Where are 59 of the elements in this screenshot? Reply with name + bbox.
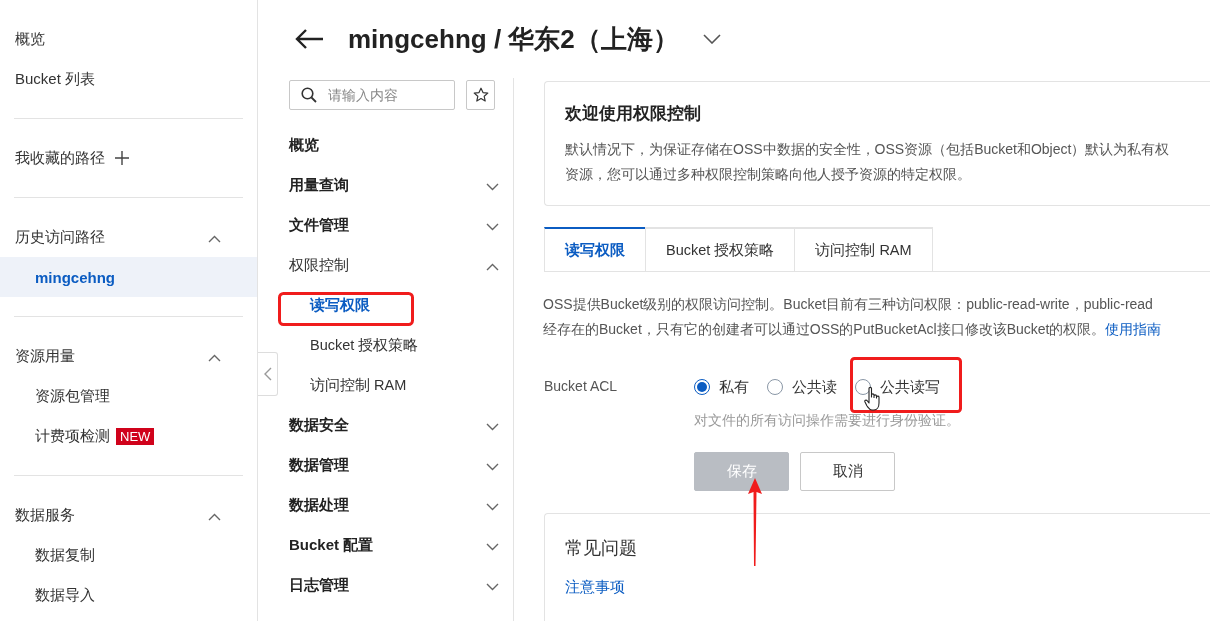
- chevron-icon: [486, 502, 499, 511]
- add-icon[interactable]: [115, 151, 129, 165]
- acl-label: Bucket ACL: [544, 378, 618, 394]
- radio-option[interactable]: 公共读: [767, 377, 837, 397]
- nav-item[interactable]: 用量查询: [289, 175, 349, 195]
- intro-text: 资源，您可以通过多种权限控制策略向他人授予资源的特定权限。: [565, 165, 972, 184]
- intro-text: 默认情况下，为保证存储在OSS中数据的安全性，OSS资源（包括Bucket和Object）默认为私有权: [565, 140, 1171, 159]
- back-arrow-icon[interactable]: [294, 28, 324, 50]
- new-badge: NEW: [116, 427, 155, 445]
- chevron-icon: [486, 262, 499, 271]
- nav-item[interactable]: 数据安全: [289, 415, 349, 435]
- sidebar-item[interactable]: mingcehng: [0, 257, 257, 297]
- star-icon: [472, 87, 489, 103]
- description-text: OSS提供Bucket级别的权限访问控制。Bucket目前有三种访问权限：public-read-write，public-read: [543, 295, 1154, 314]
- cancel-button[interactable]: 取消: [800, 452, 895, 491]
- tab[interactable]: 访问控制 RAM: [794, 227, 933, 271]
- sidebar-item[interactable]: 数据导入: [0, 575, 257, 615]
- faq-link[interactable]: 注意事项: [565, 579, 625, 595]
- chevron-icon: [208, 234, 221, 243]
- chevron-icon: [486, 222, 499, 231]
- chevron-icon: [486, 582, 499, 591]
- nav-item[interactable]: Bucket 配置: [289, 535, 374, 555]
- chevron-icon: [486, 422, 499, 431]
- sidebar-section-title[interactable]: 资源用量: [15, 346, 75, 366]
- chevron-icon: [208, 512, 221, 521]
- nav-item[interactable]: 日志管理: [289, 575, 349, 595]
- sidebar-section-title[interactable]: 数据服务: [15, 505, 75, 525]
- nav-item[interactable]: 权限控制: [289, 255, 349, 275]
- description-text: 经存在的Bucket，只有它的创建者可以通过OSS的PutBucketAcl接口修改该Bucket的权限。使用指南: [543, 320, 1163, 339]
- nav-sub-item[interactable]: Bucket 授权策略: [310, 335, 419, 355]
- favorite-button[interactable]: [466, 80, 495, 110]
- intro-title: 欢迎使用权限控制: [565, 103, 702, 125]
- search-icon: [301, 87, 317, 103]
- hint-text: 对文件的所有访问操作需要进行身份验证。: [694, 412, 960, 430]
- chevron-icon: [486, 542, 499, 551]
- page-title: mingcehng / 华东2（上海）: [348, 22, 679, 56]
- chevron-icon: [208, 353, 221, 362]
- nav-item[interactable]: 数据管理: [289, 455, 349, 475]
- dropdown-chevron-icon[interactable]: [702, 34, 721, 44]
- nav-item[interactable]: 概览: [289, 135, 319, 155]
- sidebar-item[interactable]: Bucket 列表: [0, 59, 257, 99]
- nav-item[interactable]: 文件管理: [289, 215, 349, 235]
- sidebar-item[interactable]: 概览: [0, 19, 257, 59]
- radio-option[interactable]: 私有: [694, 377, 749, 397]
- chevron-icon: [486, 462, 499, 471]
- chevron-left-icon: [263, 367, 272, 381]
- nav-sub-item[interactable]: 访问控制 RAM: [310, 375, 407, 395]
- guide-link[interactable]: 使用指南: [1105, 321, 1162, 337]
- sidebar-section-title: 我收藏的路径: [15, 148, 105, 168]
- search-field[interactable]: 请输入内容: [289, 80, 455, 110]
- sidebar-item[interactable]: 计费项检测 NEW: [0, 416, 257, 456]
- faq-title: 常见问题: [565, 537, 638, 560]
- sidebar-item[interactable]: 数据复制: [0, 535, 257, 575]
- chevron-icon: [486, 182, 499, 191]
- sidebar-section-title[interactable]: 历史访问路径: [15, 227, 105, 247]
- sidebar-item[interactable]: 资源包管理: [0, 376, 257, 416]
- nav-item[interactable]: 数据处理: [289, 495, 349, 515]
- hand-cursor-icon: [864, 386, 882, 412]
- tab[interactable]: 读写权限: [544, 227, 646, 271]
